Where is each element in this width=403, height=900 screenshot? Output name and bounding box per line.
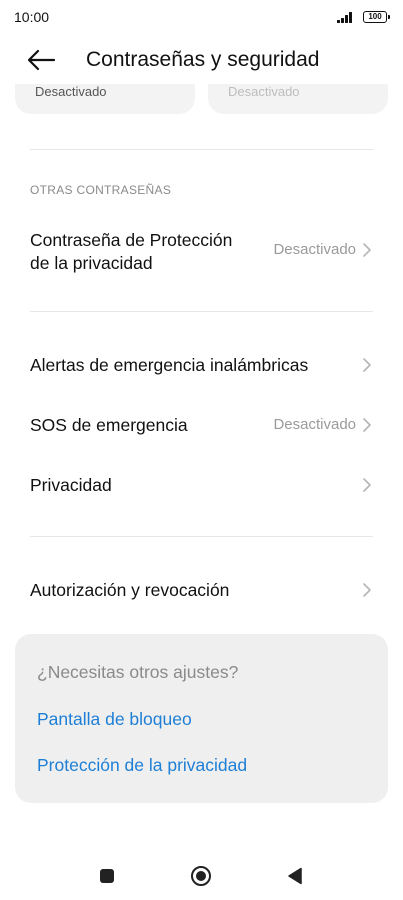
back-triangle-icon: [288, 867, 302, 885]
nav-back-button[interactable]: [287, 867, 303, 885]
chevron-right-icon: [363, 358, 371, 372]
top-cards: Desactivado Desactivado: [0, 84, 403, 116]
top-card-left[interactable]: Desactivado: [15, 84, 195, 114]
recents-button[interactable]: [99, 868, 115, 884]
top-card-right[interactable]: Desactivado: [208, 84, 388, 114]
home-circle-icon: [191, 866, 211, 886]
arrow-left-icon: [27, 49, 56, 71]
status-bar: 10:00 100: [0, 0, 403, 36]
row-label: Alertas de emergencia inalámbricas: [30, 355, 309, 375]
suggestions-title: ¿Necesitas otros ajustes?: [37, 662, 239, 682]
chevron-right-icon: [363, 243, 371, 257]
row-emergency-sos[interactable]: SOS de emergencia Desactivado: [0, 402, 403, 448]
row-label: Privacidad: [30, 475, 112, 495]
row-authorization-revocation[interactable]: Autorización y revocación: [0, 567, 403, 613]
row-value: Desactivado: [273, 416, 356, 433]
recents-square-icon: [100, 869, 114, 883]
row-label: SOS de emergencia: [30, 415, 188, 435]
battery-level: 100: [368, 12, 382, 21]
divider: [30, 311, 373, 312]
home-button[interactable]: [190, 865, 212, 887]
status-time: 10:00: [14, 9, 50, 25]
chevron-right-icon: [363, 478, 371, 492]
back-button[interactable]: [24, 46, 58, 74]
row-label: Autorización y revocación: [30, 580, 230, 600]
divider: [30, 536, 373, 537]
top-card-left-value: Desactivado: [35, 84, 107, 99]
row-privacy-protection-password[interactable]: Contraseña de Protección de la privacida…: [0, 226, 403, 280]
suggestions-card: ¿Necesitas otros ajustes? Pantalla de bl…: [15, 634, 388, 803]
row-label-line2: de la privacidad: [30, 253, 153, 273]
link-lock-screen[interactable]: Pantalla de bloqueo: [37, 709, 192, 730]
row-privacy[interactable]: Privacidad: [0, 462, 403, 508]
page-title: Contraseñas y seguridad: [86, 48, 320, 71]
divider: [30, 149, 373, 150]
top-card-right-value: Desactivado: [228, 84, 300, 99]
chevron-right-icon: [363, 418, 371, 432]
section-header-other-passwords: OTRAS CONTRASEÑAS: [30, 183, 172, 197]
navigation-bar: [0, 850, 403, 900]
header: Contraseñas y seguridad: [0, 36, 403, 84]
link-privacy-protection[interactable]: Protección de la privacidad: [37, 755, 247, 776]
chevron-right-icon: [363, 583, 371, 597]
row-wireless-emergency-alerts[interactable]: Alertas de emergencia inalámbricas: [0, 342, 403, 388]
screen: 10:00 100 Contraseñas y seguridad Desact…: [0, 0, 403, 900]
row-label-line1: Contraseña de Protección: [30, 230, 233, 250]
row-value: Desactivado: [273, 241, 356, 258]
battery-icon: 100: [363, 11, 390, 23]
signal-icon: [337, 11, 355, 23]
